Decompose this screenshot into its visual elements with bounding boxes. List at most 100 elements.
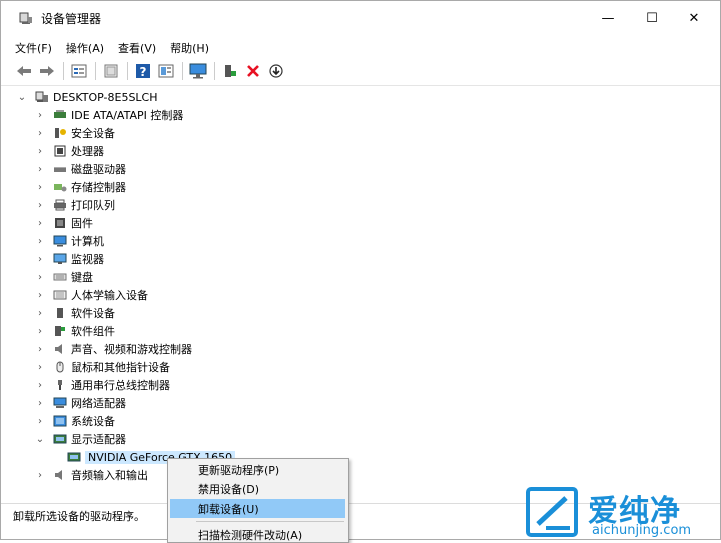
security-key-icon bbox=[53, 127, 67, 139]
chevron-down-icon[interactable]: ⌄ bbox=[17, 92, 27, 103]
ide-controller-icon bbox=[53, 109, 67, 121]
menu-bar: 文件(F) 操作(A) 查看(V) 帮助(H) bbox=[15, 37, 223, 59]
storage-controller-icon bbox=[53, 181, 67, 193]
mouse-icon bbox=[53, 361, 67, 373]
properties-grid-icon[interactable] bbox=[68, 60, 90, 82]
svg-text:?: ? bbox=[140, 65, 147, 79]
tree-item-label: 安全设备 bbox=[71, 127, 115, 140]
tree-item[interactable]: › IDE ATA/ATAPI 控制器 bbox=[35, 106, 183, 124]
tree-item[interactable]: › 软件组件 bbox=[35, 322, 115, 340]
close-button[interactable]: ✕ bbox=[671, 1, 717, 35]
chevron-right-icon[interactable]: › bbox=[35, 146, 45, 157]
computer-root-icon bbox=[35, 91, 49, 103]
disk-drive-icon bbox=[53, 163, 67, 175]
processor-icon bbox=[53, 145, 67, 157]
tree-item[interactable]: › 键盘 bbox=[35, 268, 93, 286]
network-adapter-icon bbox=[53, 397, 67, 409]
software-device-icon bbox=[53, 307, 67, 319]
menu-file[interactable]: 文件(F) bbox=[15, 40, 52, 56]
chevron-right-icon[interactable]: › bbox=[35, 470, 45, 481]
tree-item-label: 打印队列 bbox=[71, 199, 115, 212]
tree-item-label: 网络适配器 bbox=[71, 397, 126, 410]
chevron-right-icon[interactable]: › bbox=[35, 290, 45, 301]
speaker-icon bbox=[53, 343, 67, 355]
tree-item[interactable]: › 鼠标和其他指针设备 bbox=[35, 358, 170, 376]
tree-item-label: 软件组件 bbox=[71, 325, 115, 338]
chevron-down-icon[interactable]: ⌄ bbox=[35, 434, 45, 445]
tree-item[interactable]: › 打印队列 bbox=[35, 196, 115, 214]
tree-item[interactable]: › 固件 bbox=[35, 214, 93, 232]
tree-item[interactable]: › 声音、视频和游戏控制器 bbox=[35, 340, 192, 358]
firmware-icon bbox=[53, 217, 67, 229]
window-title: 设备管理器 bbox=[41, 11, 102, 26]
chevron-right-icon[interactable]: › bbox=[35, 200, 45, 211]
hid-icon bbox=[53, 289, 67, 301]
tree-item[interactable]: ⌄ 显示适配器 bbox=[35, 430, 126, 448]
computer-icon bbox=[53, 235, 67, 247]
context-item-uninstall-device[interactable]: 卸载设备(U) bbox=[170, 499, 345, 518]
forward-arrow-icon[interactable] bbox=[36, 60, 58, 82]
menu-view[interactable]: 查看(V) bbox=[118, 40, 156, 56]
tree-item[interactable]: › 存储控制器 bbox=[35, 178, 126, 196]
tree-item[interactable]: › 监视器 bbox=[35, 250, 104, 268]
tree-item[interactable]: › 通用串行总线控制器 bbox=[35, 376, 170, 394]
toolbar-separator bbox=[182, 62, 183, 80]
usb-icon bbox=[53, 379, 67, 391]
context-item-disable-device[interactable]: 禁用设备(D) bbox=[170, 479, 345, 498]
tree-item-label: 存储控制器 bbox=[71, 181, 126, 194]
tree-item[interactable]: › 网络适配器 bbox=[35, 394, 126, 412]
system-device-icon bbox=[53, 415, 67, 427]
show-hidden-icon[interactable] bbox=[100, 60, 122, 82]
view-resources-icon[interactable] bbox=[155, 60, 177, 82]
tree-item-label: IDE ATA/ATAPI 控制器 bbox=[71, 109, 184, 122]
chevron-right-icon[interactable]: › bbox=[35, 326, 45, 337]
maximize-button[interactable]: ☐ bbox=[629, 1, 675, 35]
chevron-right-icon[interactable]: › bbox=[35, 308, 45, 319]
chevron-right-icon[interactable]: › bbox=[35, 398, 45, 409]
menu-help[interactable]: 帮助(H) bbox=[170, 40, 209, 56]
tree-item-label: 键盘 bbox=[71, 271, 93, 284]
tree-item[interactable]: › 安全设备 bbox=[35, 124, 115, 142]
root-label: DESKTOP-8E5SLCH bbox=[53, 90, 158, 104]
chevron-right-icon[interactable]: › bbox=[35, 164, 45, 175]
tree-item[interactable]: › 处理器 bbox=[35, 142, 104, 160]
device-manager-icon bbox=[19, 11, 33, 25]
monitor-scan-icon[interactable] bbox=[187, 60, 209, 82]
context-menu: 更新驱动程序(P) 禁用设备(D) 卸载设备(U) 扫描检测硬件改动(A) bbox=[167, 458, 349, 543]
monitor-icon bbox=[53, 253, 67, 265]
chevron-right-icon[interactable]: › bbox=[35, 362, 45, 373]
chevron-right-icon[interactable]: › bbox=[35, 182, 45, 193]
tree-root[interactable]: ⌄ DESKTOP-8E5SLCH bbox=[17, 88, 158, 106]
tree-item[interactable]: › 系统设备 bbox=[35, 412, 115, 430]
printer-icon bbox=[53, 199, 67, 211]
tree-item[interactable]: › 人体学输入设备 bbox=[35, 286, 148, 304]
tree-item[interactable]: › 磁盘驱动器 bbox=[35, 160, 126, 178]
context-item-scan-hardware[interactable]: 扫描检测硬件改动(A) bbox=[170, 525, 345, 542]
watermark: 爱纯净 aichunjing.com bbox=[526, 486, 721, 540]
chevron-right-icon[interactable]: › bbox=[35, 272, 45, 283]
tree-item[interactable]: › 计算机 bbox=[35, 232, 104, 250]
chevron-right-icon[interactable]: › bbox=[35, 344, 45, 355]
chevron-right-icon[interactable]: › bbox=[35, 416, 45, 427]
chevron-right-icon[interactable]: › bbox=[35, 128, 45, 139]
uninstall-x-icon[interactable] bbox=[242, 60, 264, 82]
chevron-right-icon[interactable]: › bbox=[35, 254, 45, 265]
add-driver-icon[interactable] bbox=[219, 60, 241, 82]
chevron-right-icon[interactable]: › bbox=[35, 110, 45, 121]
tree-item[interactable]: › 软件设备 bbox=[35, 304, 115, 322]
tree-item-label: 通用串行总线控制器 bbox=[71, 379, 170, 392]
context-item-update-driver[interactable]: 更新驱动程序(P) bbox=[170, 460, 345, 479]
tree-item[interactable]: › 音频输入和输出 bbox=[35, 466, 148, 484]
chevron-right-icon[interactable]: › bbox=[35, 380, 45, 391]
menu-action[interactable]: 操作(A) bbox=[66, 40, 104, 56]
device-tree: ⌄ DESKTOP-8E5SLCH › IDE ATA/ATAPI 控制器 › 安全设… bbox=[1, 88, 716, 498]
back-arrow-icon[interactable] bbox=[13, 60, 35, 82]
update-driver-icon[interactable] bbox=[265, 60, 287, 82]
help-icon[interactable]: ? bbox=[132, 60, 154, 82]
device-manager-window: 设备管理器 — ☐ ✕ 文件(F) 操作(A) 查看(V) 帮助(H) ? ⌄ … bbox=[0, 0, 721, 543]
minimize-button[interactable]: — bbox=[585, 1, 631, 35]
chevron-right-icon[interactable]: › bbox=[35, 218, 45, 229]
chevron-right-icon[interactable]: › bbox=[35, 236, 45, 247]
toolbar-separator bbox=[127, 62, 128, 80]
display-adapter-icon bbox=[53, 433, 67, 445]
